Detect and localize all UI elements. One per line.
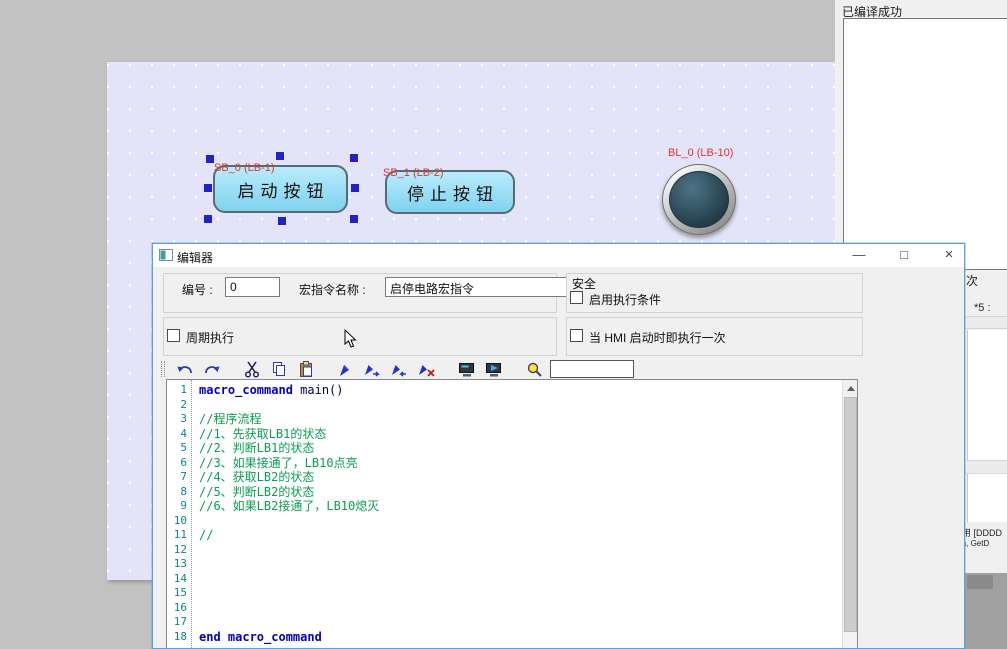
maximize-button[interactable]: □	[886, 244, 922, 267]
macro-editor-dialog: 编辑器 — □ × 编号 : 0 宏指令名称 : 启停电路宏指令 安全 启用执行…	[152, 243, 965, 649]
code-line: 3//程序流程	[167, 412, 841, 427]
periodic-checkbox[interactable]	[167, 329, 180, 342]
code-line: 10	[167, 514, 841, 529]
scrollbar-thumb[interactable]	[844, 397, 857, 632]
undo-icon[interactable]	[174, 359, 196, 379]
dialog-titlebar[interactable]: 编辑器 — □ ×	[153, 244, 964, 267]
selection-handle[interactable]	[278, 217, 286, 225]
code-line: 4//1、先获取LB1的状态	[167, 427, 841, 442]
code-line: 18end macro_command	[167, 630, 841, 645]
bookmark-toggle-icon[interactable]	[335, 359, 357, 379]
editor-scrollbar[interactable]	[842, 380, 857, 648]
enable-condition-checkbox[interactable]	[570, 291, 583, 304]
panel-divider	[965, 316, 1007, 329]
compile-message-list[interactable]	[843, 18, 1007, 270]
code-line: 12	[167, 543, 841, 558]
find-icon[interactable]	[523, 359, 545, 379]
startup-checkbox[interactable]	[570, 329, 583, 342]
selection-handle[interactable]	[351, 184, 359, 192]
enable-condition-label: 启用执行条件	[589, 291, 661, 308]
selection-handle[interactable]	[204, 215, 212, 223]
code-line: 1macro_command main()	[167, 383, 841, 398]
close-button[interactable]: ×	[931, 244, 965, 267]
macro-name-input[interactable]: 启停电路宏指令	[385, 277, 581, 297]
execute-icon[interactable]	[483, 359, 505, 379]
bookmark-clear-icon[interactable]	[416, 359, 438, 379]
minimize-button[interactable]: —	[841, 244, 877, 267]
dialog-title: 编辑器	[177, 249, 213, 266]
panel-listbox	[967, 474, 1007, 522]
selection-handle[interactable]	[204, 184, 212, 192]
cut-icon[interactable]	[241, 359, 263, 379]
selection-handle[interactable]	[206, 155, 214, 163]
bookmark-next-icon[interactable]	[362, 359, 384, 379]
macro-name-label: 宏指令名称 :	[299, 281, 366, 298]
macro-id-input[interactable]: 0	[225, 277, 280, 297]
code-line: 9//6、如果LB2接通了，LB10熄灭	[167, 499, 841, 514]
edge-text-fragment: 次	[966, 272, 978, 289]
periodic-label: 周期执行	[186, 329, 234, 346]
indicator-lamp[interactable]	[662, 164, 736, 235]
security-group-label: 安全	[572, 275, 596, 292]
code-line: 16	[167, 601, 841, 616]
object-tag-sb1: SB_1 (LB-2)	[383, 167, 444, 179]
edge-text-fragment: 用 [DDDD	[962, 526, 1002, 539]
screen: 启动按钮 SB_0 (LB-1) 停止按钮 SB_1 (LB-2) BL_0 (…	[0, 0, 1007, 649]
canvas-button-start-label: 启动按钮	[238, 177, 330, 202]
panel-listbox	[967, 330, 1007, 460]
code-line: 2	[167, 398, 841, 413]
selection-handle[interactable]	[350, 154, 358, 162]
object-tag-sb0: SB_0 (LB-1)	[214, 162, 275, 174]
selection-handle[interactable]	[350, 215, 358, 223]
code-line: 14	[167, 572, 841, 587]
code-line: 8//5、判断LB2的状态	[167, 485, 841, 500]
mouse-cursor-icon	[344, 329, 358, 349]
edge-text-fragment: *5 :	[974, 302, 991, 314]
bookmark-prev-icon[interactable]	[389, 359, 411, 379]
code-line: 17	[167, 615, 841, 630]
editor-toolbar	[161, 357, 741, 381]
workspace-scroll-corner	[967, 575, 993, 589]
toolbar-grip[interactable]	[161, 361, 165, 377]
panel-divider	[965, 460, 1007, 474]
code-line: 7//4、获取LB2的状态	[167, 470, 841, 485]
code-lines: 1macro_command main()23//程序流程4//1、先获取LB1…	[167, 383, 841, 644]
macro-code-editor[interactable]: 1macro_command main()23//程序流程4//1、先获取LB1…	[166, 379, 858, 649]
compile-icon[interactable]	[456, 359, 478, 379]
selection-handle[interactable]	[276, 152, 284, 160]
code-line: 11//	[167, 528, 841, 543]
find-input[interactable]	[550, 360, 634, 378]
object-tag-bl0: BL_0 (LB-10)	[668, 147, 733, 159]
canvas-button-stop-label: 停止按钮	[407, 180, 499, 205]
code-line: 15	[167, 586, 841, 601]
macro-id-label: 编号 :	[182, 281, 213, 298]
dialog-icon	[159, 249, 173, 261]
scrollbar-up-icon[interactable]	[843, 380, 858, 396]
indicator-lamp-lens	[669, 171, 729, 228]
code-line: 6//3、如果接通了，LB10点亮	[167, 456, 841, 471]
redo-icon[interactable]	[201, 359, 223, 379]
paste-icon[interactable]	[295, 359, 317, 379]
startup-label: 当 HMI 启动时即执行一次	[589, 329, 726, 346]
code-line: 5//2、判断LB1的状态	[167, 441, 841, 456]
code-line: 13	[167, 557, 841, 572]
copy-icon[interactable]	[268, 359, 290, 379]
